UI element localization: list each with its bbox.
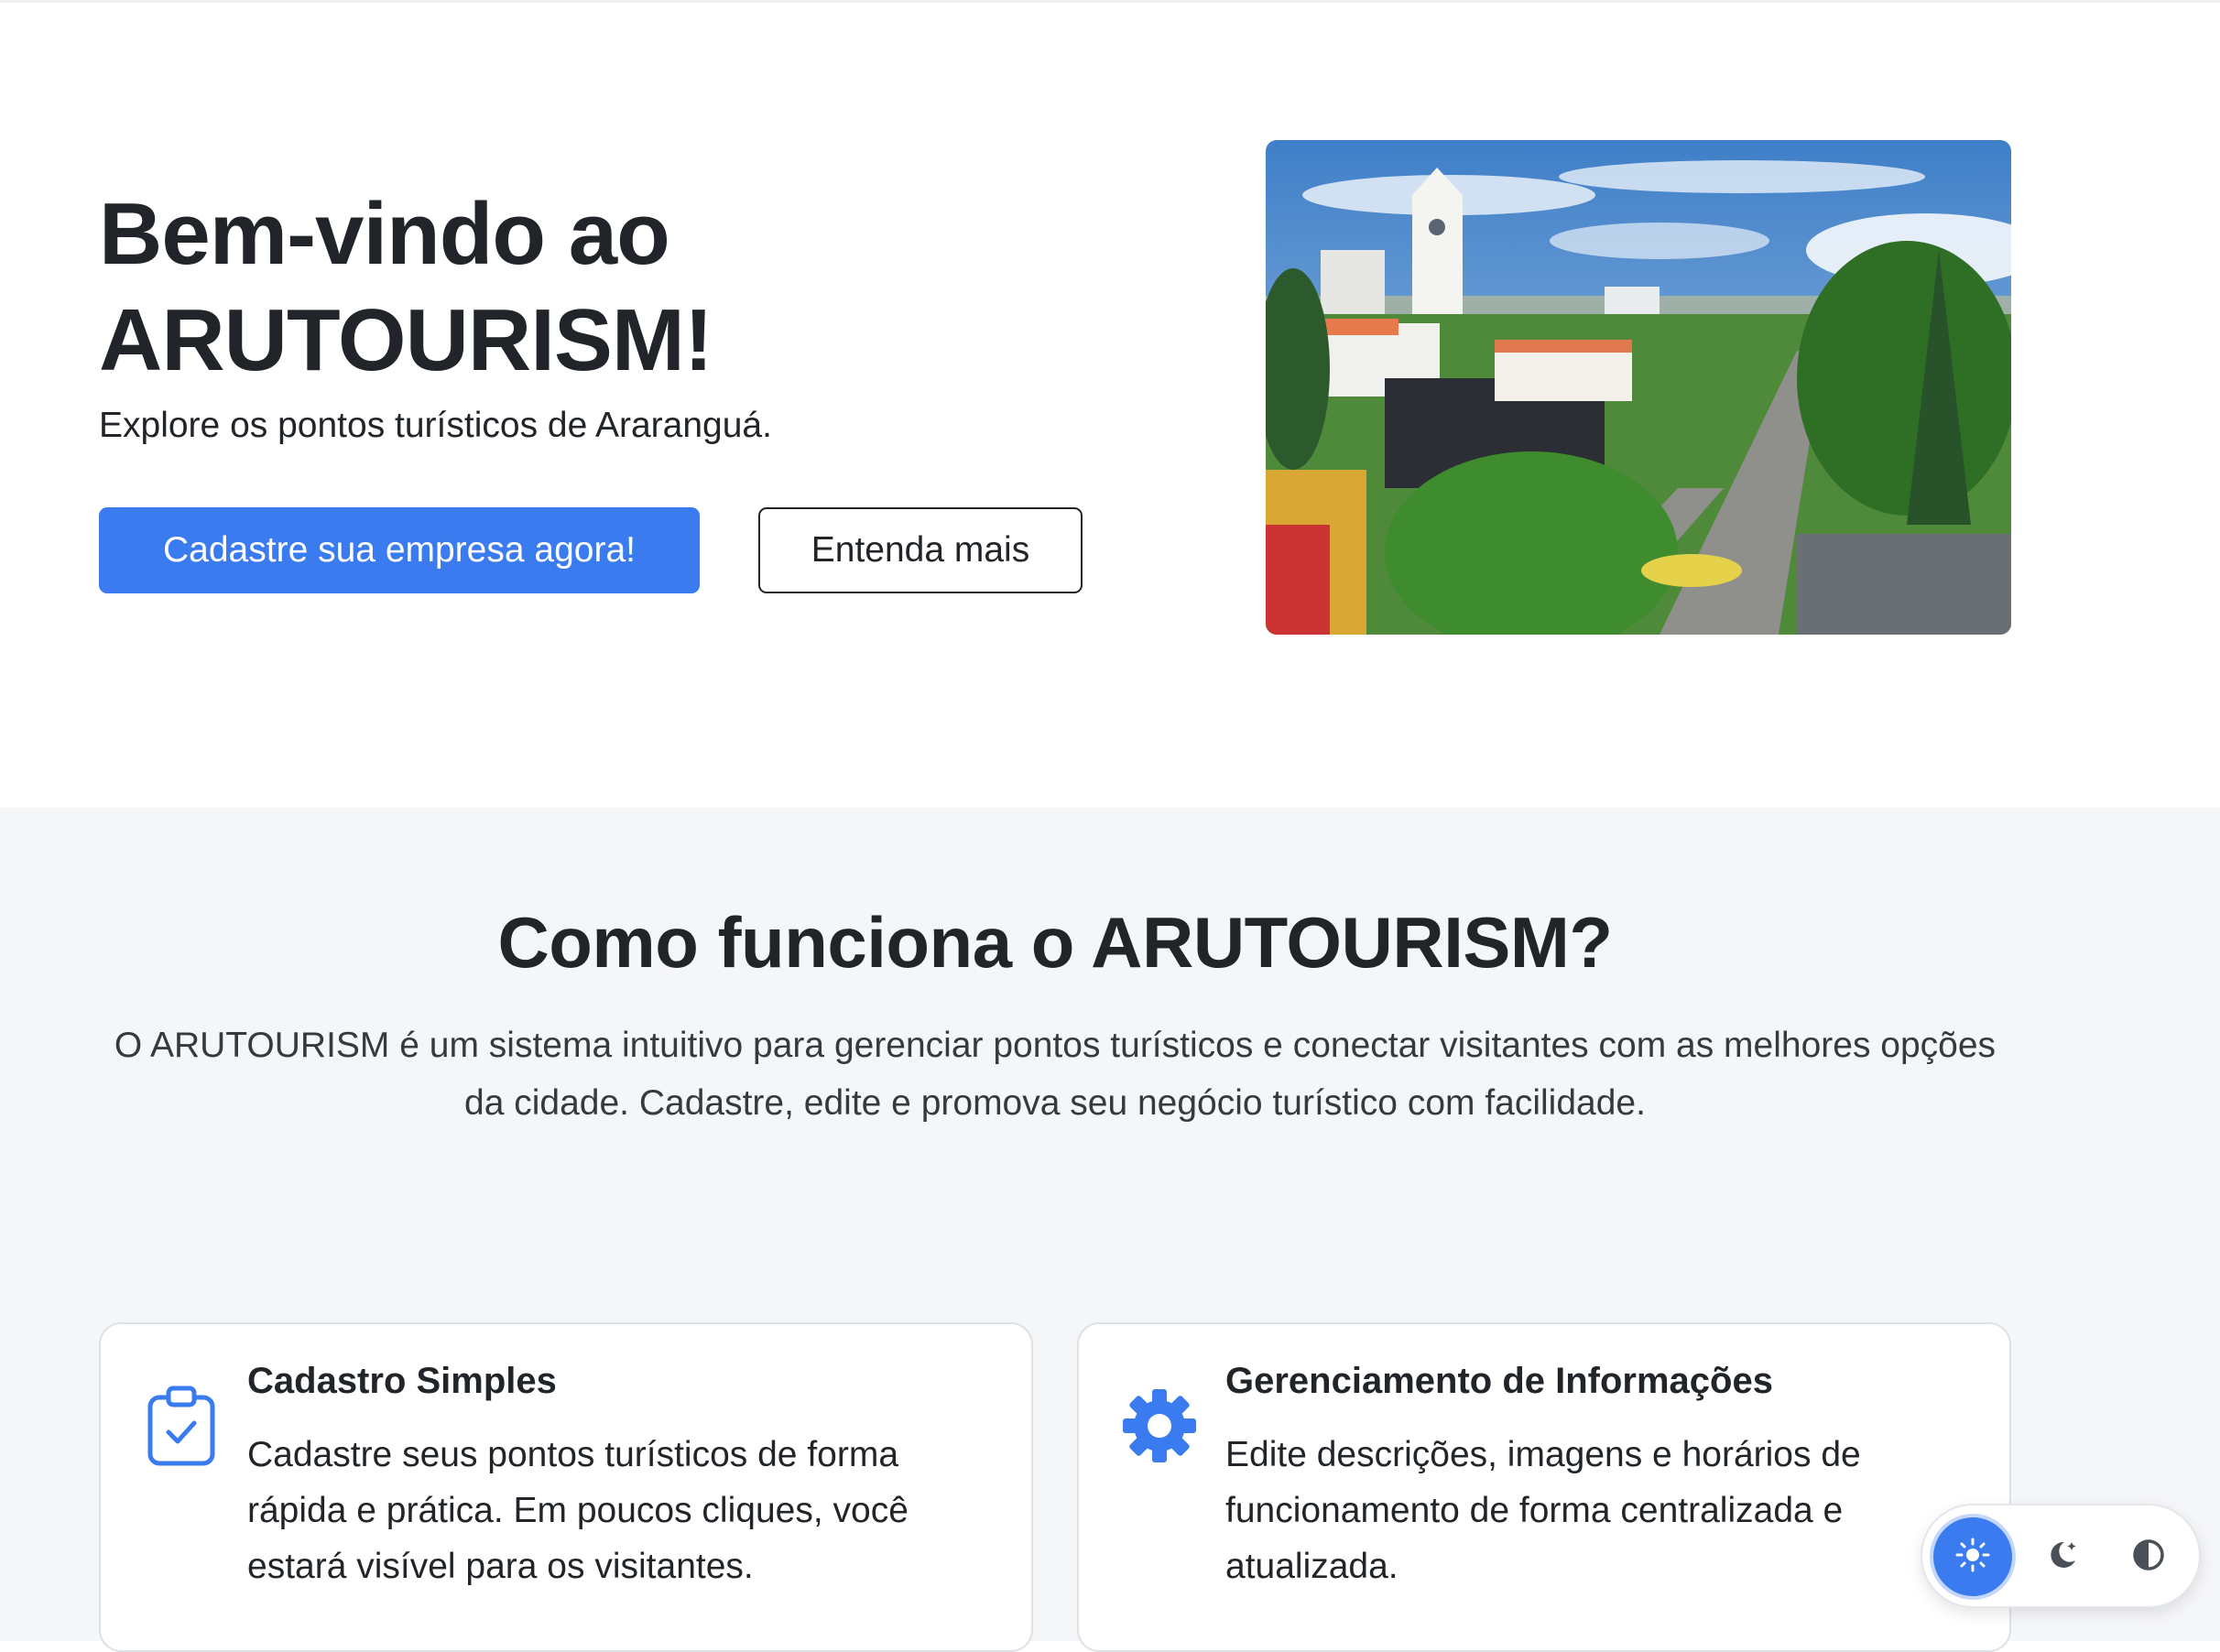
learn-more-button[interactable]: Entenda mais [758, 507, 1083, 593]
feature-card-information-management: Gerenciamento de Informações Edite descr… [1077, 1322, 2011, 1652]
contrast-icon [2130, 1537, 2167, 1578]
dark-theme-button[interactable] [2023, 1517, 2102, 1596]
how-it-works-section: Como funciona o ARUTOURISM? O ARUTOURISM… [0, 808, 2220, 1652]
hero-subtitle: Explore os pontos turísticos de Ararangu… [99, 406, 772, 445]
moon-stars-icon [2044, 1537, 2081, 1578]
register-business-button[interactable]: Cadastre sua empresa agora! [99, 507, 700, 593]
clipboard-check-icon [145, 1385, 218, 1467]
how-it-works-description: O ARUTOURISM é um sistema intuitivo para… [114, 1026, 1997, 1123]
feature-text: Edite descrições, imagens e horários de … [1225, 1435, 1861, 1586]
feature-title: Gerenciamento de Informações [1225, 1361, 1773, 1401]
hero-section: Bem-vindo ao ARUTOURISM! Explore os pont… [0, 0, 2220, 810]
how-it-works-title: Como funciona o ARUTOURISM? [497, 902, 1613, 983]
feature-text: Cadastre seus pontos turísticos de forma… [247, 1435, 909, 1586]
theme-switcher [1921, 1504, 2201, 1608]
hero-title-line1: Bem-vindo ao [99, 185, 670, 283]
feature-card-simple-registration: Cadastro Simples Cadastre seus pontos tu… [99, 1322, 1033, 1652]
gear-icon [1123, 1385, 1196, 1467]
sun-icon [1954, 1537, 1991, 1578]
light-theme-button[interactable] [1933, 1517, 2012, 1596]
hero-title: Bem-vindo ao ARUTOURISM! [99, 181, 713, 394]
feature-title: Cadastro Simples [247, 1361, 557, 1401]
auto-theme-button[interactable] [2109, 1517, 2188, 1596]
city-photo [1266, 140, 2011, 635]
hero-title-line2: ARUTOURISM! [99, 291, 713, 389]
